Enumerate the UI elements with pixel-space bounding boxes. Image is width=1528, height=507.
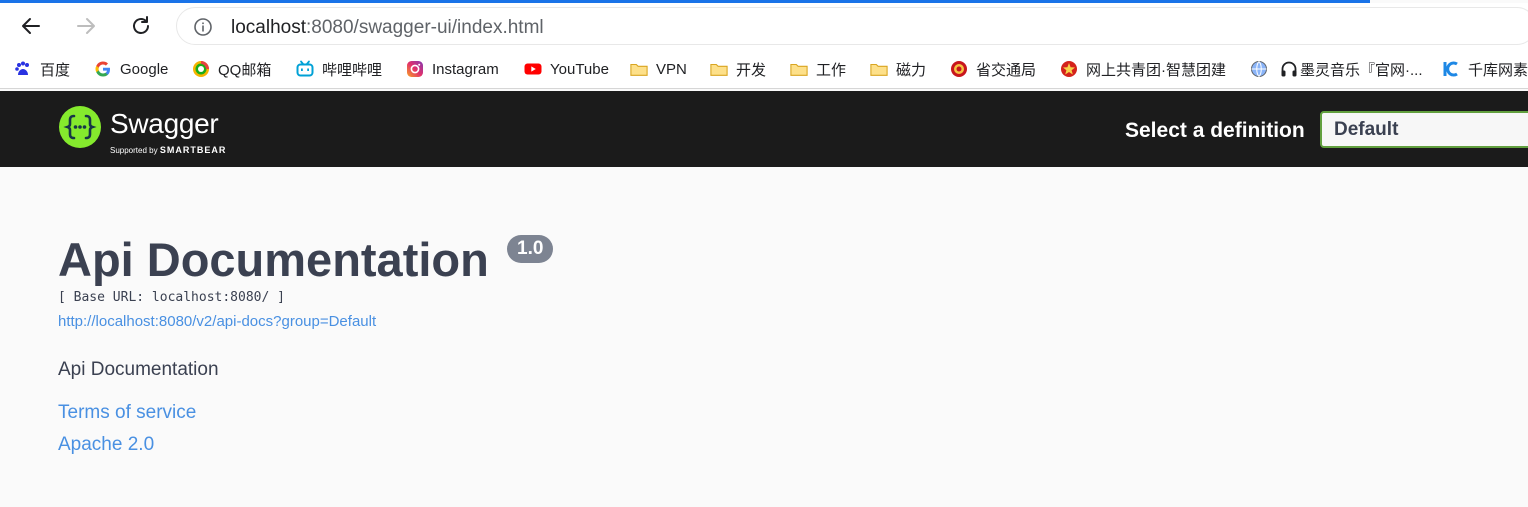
bookmark-label: 墨灵音乐『官网·... — [1300, 61, 1423, 79]
license-link[interactable]: Apache 2.0 — [58, 434, 154, 456]
folder-icon — [870, 60, 888, 78]
api-title: Api Documentation — [58, 233, 489, 286]
reload-icon — [133, 16, 149, 34]
bookmark-label: Google — [120, 60, 169, 78]
api-docs-link[interactable]: http://localhost:8080/v2/api-docs?group=… — [58, 313, 376, 330]
folder-icon — [630, 60, 648, 78]
version-badge: 1.0 — [507, 235, 554, 263]
bookmark-label: 百度 — [40, 61, 71, 79]
emblem-icon — [1060, 60, 1078, 78]
bookmark-qianku[interactable]: 千库网素 — [1442, 58, 1528, 80]
bookmark-google[interactable]: Google — [94, 58, 168, 80]
bookmarks-bar: 百度 Google QQ邮箱 哔哩哔哩 Instagram YouTube VP… — [0, 49, 1528, 89]
swagger-brand[interactable]: Swagger — [110, 108, 219, 140]
bookmark-folder-work[interactable]: 工作 — [790, 58, 846, 80]
bookmark-transport-bureau[interactable]: 省交通局 — [950, 58, 1036, 80]
qqmail-icon — [192, 60, 210, 78]
bookmark-label: Instagram — [432, 60, 499, 78]
emblem-icon — [950, 60, 968, 78]
youtube-icon — [524, 60, 542, 78]
supported-by: Supported by SMARTBEAR — [110, 145, 226, 155]
bookmark-baidu[interactable]: 百度 — [14, 58, 70, 80]
bookmark-label: YouTube — [550, 60, 609, 78]
bookmark-label: 哔哩哔哩 — [322, 61, 383, 79]
select-definition-label: Select a definition — [1125, 119, 1305, 142]
bookmark-label: QQ邮箱 — [218, 61, 272, 79]
api-description: Api Documentation — [58, 359, 219, 380]
definition-select[interactable]: Default — [1320, 111, 1528, 148]
baidu-icon — [14, 60, 32, 78]
globe-icon — [1250, 60, 1268, 78]
bookmark-globe[interactable] — [1250, 58, 1276, 80]
url-text[interactable]: localhost:8080/swagger-ui/index.html — [231, 17, 544, 39]
bookmark-youth-league[interactable]: 网上共青团·智慧团建 — [1060, 58, 1226, 80]
bookmark-label: 磁力 — [896, 61, 927, 79]
folder-icon — [790, 60, 808, 78]
google-icon — [94, 60, 112, 78]
headphones-icon — [1280, 60, 1298, 78]
bookmark-youtube[interactable]: YouTube — [524, 58, 609, 80]
bookmark-label: VPN — [656, 60, 687, 78]
forward-button[interactable] — [71, 11, 101, 41]
reload-button[interactable] — [126, 11, 156, 41]
bookmark-label: 工作 — [816, 61, 847, 79]
back-button[interactable] — [16, 11, 46, 41]
instagram-icon — [406, 60, 424, 78]
address-bar[interactable]: localhost:8080/swagger-ui/index.html — [176, 7, 1528, 45]
bookmark-qqmail[interactable]: QQ邮箱 — [192, 58, 271, 80]
base-url: [ Base URL: localhost:8080/ ] — [58, 290, 285, 305]
bookmark-folder-vpn[interactable]: VPN — [630, 58, 687, 80]
swagger-logo-icon[interactable] — [58, 105, 102, 149]
folder-icon — [710, 60, 728, 78]
bookmark-bilibili[interactable]: 哔哩哔哩 — [296, 58, 382, 80]
bookmark-label: 省交通局 — [976, 61, 1037, 79]
swagger-topbar: Swagger Supported by SMARTBEAR Select a … — [0, 91, 1528, 167]
info-icon[interactable] — [193, 17, 213, 37]
url-host: localhost — [231, 17, 306, 38]
bookmark-folder-magnet[interactable]: 磁力 — [870, 58, 926, 80]
bilibili-icon — [296, 60, 314, 78]
definition-select-value: Default — [1334, 119, 1399, 140]
browser-toolbar: localhost:8080/swagger-ui/index.html — [0, 3, 1528, 49]
qianku-icon — [1442, 60, 1460, 78]
bookmark-instagram[interactable]: Instagram — [406, 58, 499, 80]
bookmark-moling-music[interactable]: 墨灵音乐『官网·... — [1280, 58, 1423, 80]
smartbear-label: SMARTBEAR — [159, 145, 227, 155]
bookmark-folder-dev[interactable]: 开发 — [710, 58, 766, 80]
terms-of-service-link[interactable]: Terms of service — [58, 402, 196, 424]
url-path: :8080/swagger-ui/index.html — [306, 17, 544, 38]
supported-by-label: Supported by — [110, 146, 158, 155]
arrow-left-icon — [22, 18, 40, 34]
bookmark-label: 网上共青团·智慧团建 — [1086, 61, 1226, 79]
bookmark-label: 开发 — [736, 61, 767, 79]
bookmark-label: 千库网素 — [1468, 61, 1528, 79]
arrow-right-icon — [77, 18, 95, 34]
